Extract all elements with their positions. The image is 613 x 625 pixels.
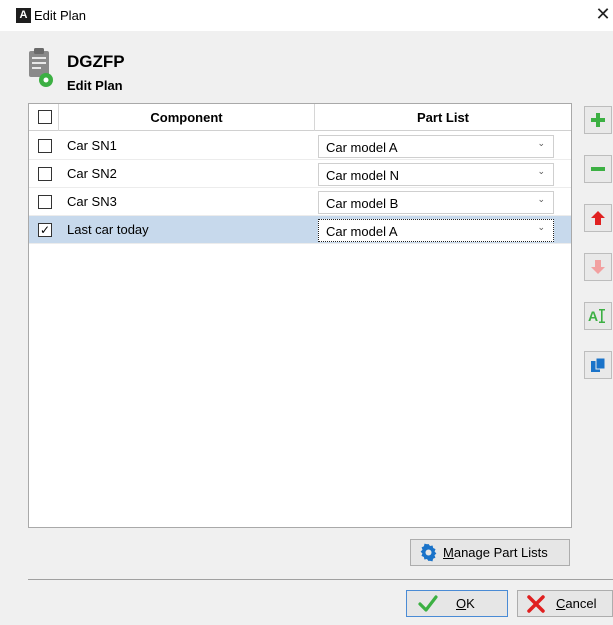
chevron-down-icon[interactable]: ⌄ xyxy=(537,195,545,205)
copy-icon xyxy=(591,357,606,372)
gear-icon xyxy=(420,543,437,562)
plus-icon xyxy=(591,113,605,127)
part-list-value: Car model B xyxy=(326,196,399,211)
app-logo-icon: A xyxy=(16,8,31,23)
row-checkbox[interactable]: ✓ xyxy=(38,223,52,237)
move-down-button[interactable] xyxy=(584,253,612,281)
rename-button[interactable]: A xyxy=(584,302,612,330)
chevron-down-icon[interactable]: ⌄ xyxy=(537,223,545,233)
grid-header: Component Part List xyxy=(29,104,571,131)
x-icon xyxy=(527,595,545,613)
minus-icon xyxy=(591,167,605,171)
ok-button[interactable]: OK xyxy=(406,590,508,617)
manage-part-lists-button[interactable]: Manage Part Lists xyxy=(410,539,570,566)
page-subtitle: Edit Plan xyxy=(67,78,123,93)
table-row[interactable]: Car SN3 Car model B ⌄ xyxy=(29,188,571,216)
svg-text:A: A xyxy=(588,308,598,324)
cancel-label: Cancel xyxy=(556,596,597,611)
component-name[interactable]: Car SN3 xyxy=(67,188,117,216)
part-list-dropdown[interactable]: Car model A ⌄ xyxy=(318,219,554,242)
chevron-down-icon[interactable]: ⌄ xyxy=(537,139,545,149)
row-checkbox[interactable] xyxy=(38,167,52,181)
arrow-down-icon xyxy=(591,260,605,274)
plan-name: DGZFP xyxy=(67,52,125,71)
component-name[interactable]: Car SN2 xyxy=(67,160,117,188)
add-row-button[interactable] xyxy=(584,106,612,134)
part-list-dropdown[interactable]: Car model B ⌄ xyxy=(318,191,554,214)
remove-row-button[interactable] xyxy=(584,155,612,183)
cancel-button[interactable]: Cancel xyxy=(517,590,613,617)
row-checkbox[interactable] xyxy=(38,195,52,209)
select-all-checkbox[interactable] xyxy=(38,110,52,124)
ok-label: OK xyxy=(456,596,475,611)
clipboard-gear-icon xyxy=(29,48,53,87)
part-list-dropdown[interactable]: Car model A ⌄ xyxy=(318,135,554,158)
manage-part-lists-label: Manage Part Lists xyxy=(443,545,548,560)
text-cursor-icon: A xyxy=(588,308,605,324)
component-name[interactable]: Last car today xyxy=(67,216,149,244)
check-icon xyxy=(418,595,438,612)
move-up-button[interactable] xyxy=(584,204,612,232)
footer-divider xyxy=(28,579,613,580)
column-header-part-list[interactable]: Part List xyxy=(315,104,571,131)
part-list-value: Car model N xyxy=(326,168,399,183)
table-row[interactable]: Car SN2 Car model N ⌄ xyxy=(29,160,571,188)
chevron-down-icon[interactable]: ⌄ xyxy=(537,167,545,177)
component-name[interactable]: Car SN1 xyxy=(67,132,117,160)
plan-grid[interactable]: Component Part List Car SN1 Car model A … xyxy=(28,103,572,528)
close-icon[interactable]: ✕ xyxy=(593,3,613,27)
table-row[interactable]: Car SN1 Car model A ⌄ xyxy=(29,132,571,160)
column-header-component[interactable]: Component xyxy=(59,104,314,131)
table-row-selected[interactable]: ✓ Last car today Car model A ⌄ xyxy=(29,216,571,244)
copy-button[interactable] xyxy=(584,351,612,379)
part-list-dropdown[interactable]: Car model N ⌄ xyxy=(318,163,554,186)
part-list-value: Car model A xyxy=(326,224,398,239)
title-bar: A Edit Plan ✕ xyxy=(0,0,613,31)
part-list-value: Car model A xyxy=(326,140,398,155)
window-title: Edit Plan xyxy=(34,8,87,23)
arrow-up-icon xyxy=(591,211,605,225)
row-checkbox[interactable] xyxy=(38,139,52,153)
